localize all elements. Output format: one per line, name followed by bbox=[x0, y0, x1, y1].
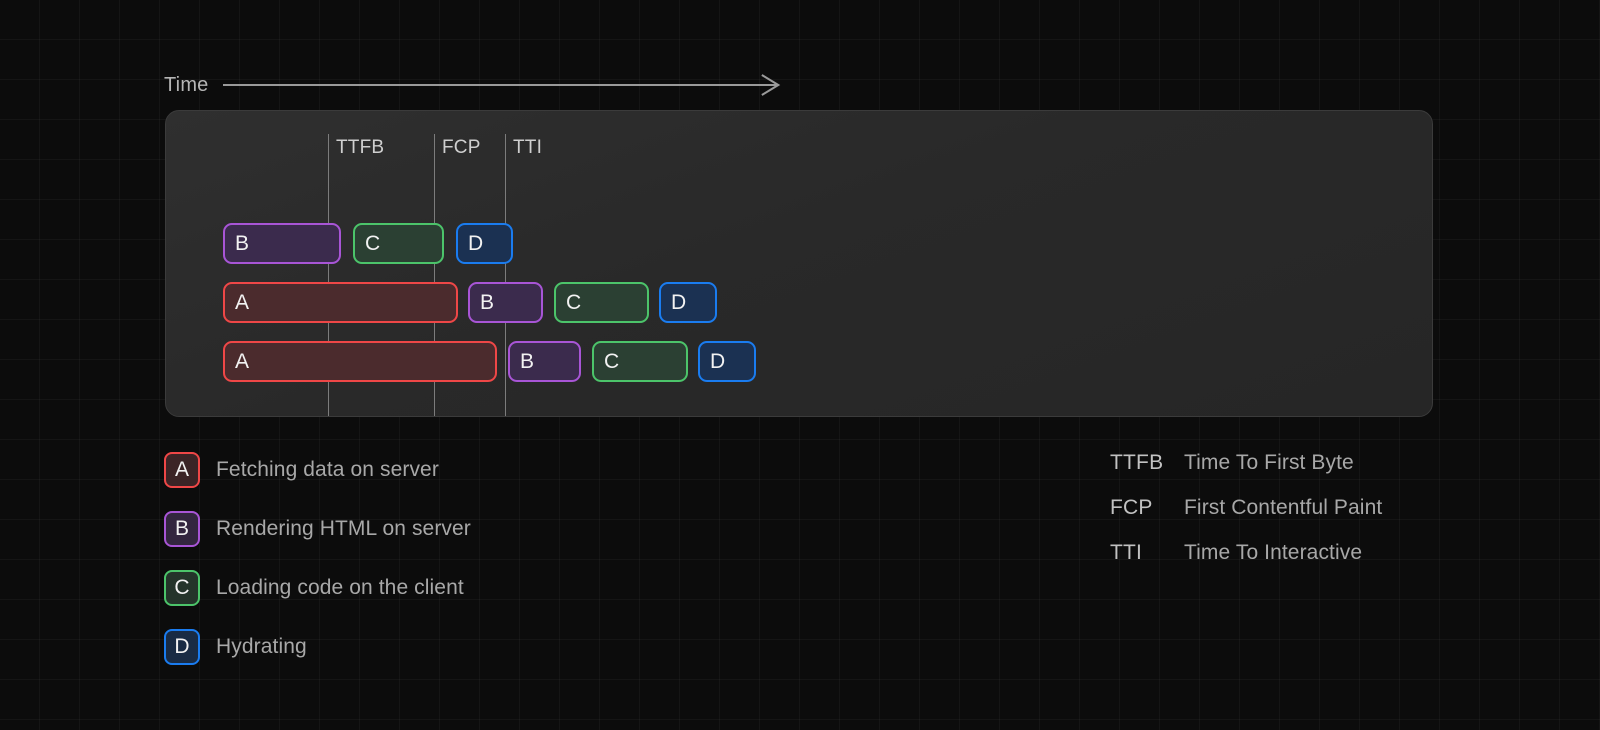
phase-bar-b[interactable]: B bbox=[508, 341, 581, 382]
phase-bar-c[interactable]: C bbox=[353, 223, 444, 264]
metric-abbr-ttfb: TTFB bbox=[1110, 451, 1184, 475]
metric-item-ttfb: TTFBTime To First Byte bbox=[1110, 440, 1382, 485]
metric-abbreviation-legend: TTFBTime To First ByteFCPFirst Contentfu… bbox=[1110, 440, 1382, 575]
time-axis: Time bbox=[164, 68, 784, 102]
legend-item-a: A Fetching data on server bbox=[164, 440, 471, 499]
metric-name-tti: Time To Interactive bbox=[1184, 541, 1362, 565]
phase-bar-c[interactable]: C bbox=[592, 341, 688, 382]
legend-label-c: Loading code on the client bbox=[216, 576, 464, 600]
phase-bar-b[interactable]: B bbox=[223, 223, 341, 264]
metric-name-ttfb: Time To First Byte bbox=[1184, 451, 1354, 475]
phase-bar-d[interactable]: D bbox=[659, 282, 717, 323]
legend-badge-d-icon: D bbox=[164, 629, 200, 665]
metric-abbr-tti: TTI bbox=[1110, 541, 1184, 565]
phase-bar-d[interactable]: D bbox=[698, 341, 756, 382]
legend-item-c: C Loading code on the client bbox=[164, 558, 471, 617]
time-axis-label: Time bbox=[164, 74, 209, 97]
marker-label-fcp: FCP bbox=[442, 137, 481, 159]
arrow-right-icon bbox=[223, 73, 784, 97]
phase-bar-d[interactable]: D bbox=[456, 223, 513, 264]
legend-badge-b-icon: B bbox=[164, 511, 200, 547]
timeline-row-2: ABCD bbox=[166, 282, 1432, 323]
legend-badge-c-icon: C bbox=[164, 570, 200, 606]
timeline-row-3: ABCD bbox=[166, 341, 1432, 382]
metric-item-fcp: FCPFirst Contentful Paint bbox=[1110, 485, 1382, 530]
phase-bar-b[interactable]: B bbox=[468, 282, 543, 323]
metric-name-fcp: First Contentful Paint bbox=[1184, 496, 1382, 520]
legend-item-b: B Rendering HTML on server bbox=[164, 499, 471, 558]
metric-item-tti: TTITime To Interactive bbox=[1110, 530, 1382, 575]
legend-item-d: D Hydrating bbox=[164, 617, 471, 676]
legend-label-d: Hydrating bbox=[216, 635, 307, 659]
legend-label-b: Rendering HTML on server bbox=[216, 517, 471, 541]
phase-bar-a[interactable]: A bbox=[223, 341, 497, 382]
timeline-diagram-panel: TTFBFCPTTIBCDABCDABCD bbox=[165, 110, 1433, 417]
phase-bar-c[interactable]: C bbox=[554, 282, 649, 323]
legend-badge-a-icon: A bbox=[164, 452, 200, 488]
timeline-row-1: BCD bbox=[166, 223, 1432, 264]
phase-bar-a[interactable]: A bbox=[223, 282, 458, 323]
phase-legend: A Fetching data on server B Rendering HTML … bbox=[164, 440, 471, 676]
marker-label-tti: TTI bbox=[513, 137, 542, 159]
legend-label-a: Fetching data on server bbox=[216, 458, 439, 482]
marker-label-ttfb: TTFB bbox=[336, 137, 384, 159]
metric-abbr-fcp: FCP bbox=[1110, 496, 1184, 520]
